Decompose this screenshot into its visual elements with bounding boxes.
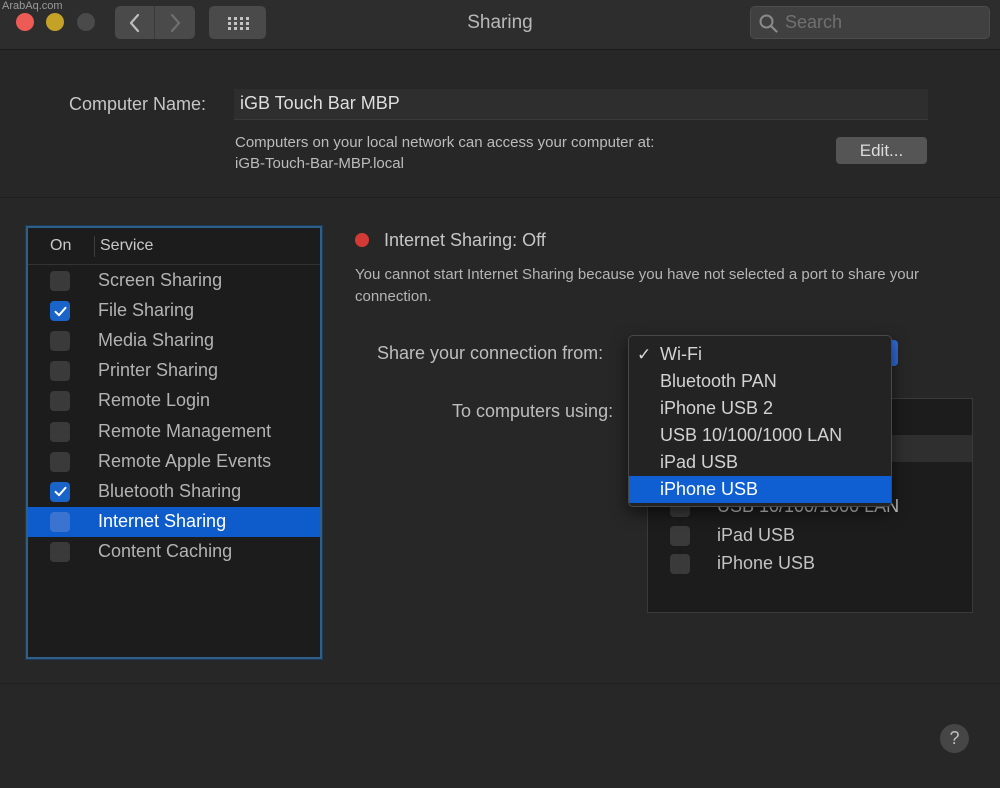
checkmark-icon xyxy=(54,486,66,497)
title-bar: ArabAq.com Sharing xyxy=(0,0,1000,50)
checkmark-icon xyxy=(54,306,66,316)
computer-name-field[interactable]: iGB Touch Bar MBP xyxy=(234,89,928,120)
sharing-status: Internet Sharing: Off xyxy=(384,230,546,250)
menu-item[interactable]: USB 10/100/1000 LAN xyxy=(629,422,891,449)
local-hostname: iGB-Touch-Bar-MBP.local xyxy=(235,155,404,172)
help-button[interactable]: ? xyxy=(940,724,969,753)
service-row[interactable]: Bluetooth Sharing xyxy=(28,477,320,507)
service-row[interactable]: Printer Sharing xyxy=(28,356,320,386)
share-from-label: Share your connection from: xyxy=(377,343,604,363)
menu-item-label: iPhone USB 2 xyxy=(660,398,774,418)
port-label: iPad USB xyxy=(717,524,796,545)
to-computers-label: To computers using: xyxy=(452,401,614,421)
port-checkbox[interactable] xyxy=(670,525,690,546)
port-row[interactable]: iPhone USB xyxy=(648,550,972,578)
computer-name-label: Computer Name: xyxy=(69,94,207,114)
menu-item-label: Bluetooth PAN xyxy=(660,371,777,391)
menu-item[interactable]: iPhone USB 2 xyxy=(629,395,891,422)
column-header-service[interactable]: Service xyxy=(100,237,153,255)
service-checkbox[interactable] xyxy=(50,331,70,352)
menu-item-label: iPhone USB xyxy=(660,479,759,499)
column-divider xyxy=(94,236,95,257)
service-row[interactable]: File Sharing xyxy=(28,296,320,326)
service-row[interactable]: Media Sharing xyxy=(28,326,320,356)
service-label: Media Sharing xyxy=(98,330,215,351)
service-checkbox[interactable] xyxy=(50,451,70,472)
service-checkbox[interactable] xyxy=(50,301,70,322)
menu-item[interactable]: Bluetooth PAN xyxy=(629,368,891,395)
service-label: Bluetooth Sharing xyxy=(98,480,242,501)
service-checkbox[interactable] xyxy=(50,361,70,382)
port-checkbox[interactable] xyxy=(670,554,690,574)
service-checkbox[interactable] xyxy=(50,391,70,412)
menu-item-label: USB 10/100/1000 LAN xyxy=(660,425,843,445)
service-label: Internet Sharing xyxy=(98,510,227,531)
service-row[interactable]: Remote Apple Events xyxy=(28,447,320,477)
computer-name-description: Computers on your local network can acce… xyxy=(235,132,654,174)
service-checkbox[interactable] xyxy=(50,271,70,291)
search-field[interactable] xyxy=(750,6,990,39)
watermark: ArabAq.com xyxy=(2,0,63,12)
service-row[interactable]: Internet Sharing xyxy=(28,506,320,537)
service-checkbox[interactable] xyxy=(50,421,70,442)
column-header-on[interactable]: On xyxy=(50,237,71,255)
edit-button[interactable]: Edit... xyxy=(836,137,927,164)
menu-item[interactable]: iPad USB xyxy=(629,449,891,476)
service-row[interactable]: Remote Management xyxy=(28,417,320,447)
service-label: Printer Sharing xyxy=(98,360,219,381)
service-label: Remote Management xyxy=(98,420,272,441)
status-indicator xyxy=(355,233,369,247)
menu-item[interactable]: ✓ Wi-Fi xyxy=(629,341,891,368)
service-checkbox[interactable] xyxy=(50,511,70,532)
network-access-text: Computers on your local network can acce… xyxy=(235,134,655,151)
search-input[interactable] xyxy=(785,7,985,38)
service-label: File Sharing xyxy=(98,300,195,321)
service-checkbox[interactable] xyxy=(50,481,70,502)
port-row[interactable]: iPad USB xyxy=(648,522,972,550)
service-row[interactable]: Screen Sharing xyxy=(28,266,320,296)
service-list-header: On Service xyxy=(28,228,320,265)
search-icon xyxy=(759,14,778,33)
service-checkbox[interactable] xyxy=(50,541,70,562)
divider xyxy=(0,197,1000,198)
service-label: Remote Login xyxy=(98,390,211,411)
service-label: Screen Sharing xyxy=(98,270,223,290)
service-row[interactable]: Content Caching xyxy=(28,537,320,567)
service-list[interactable]: On Service Screen Sharing File Sharing Med… xyxy=(26,226,322,659)
service-row[interactable]: Remote Login xyxy=(28,386,320,416)
share-from-dropdown-menu[interactable]: ✓ Wi-Fi Bluetooth PAN iPhone USB 2 USB 10/10… xyxy=(628,335,892,507)
service-label: Remote Apple Events xyxy=(98,450,272,471)
bottom-divider xyxy=(0,683,1000,684)
menu-item[interactable]: iPhone USB xyxy=(629,476,891,503)
port-label: iPhone USB xyxy=(717,553,816,573)
sharing-info-text: You cannot start Internet Sharing becaus… xyxy=(355,266,919,305)
menu-item-label: Wi-Fi xyxy=(660,344,702,364)
checkmark-icon: ✓ xyxy=(637,345,652,364)
menu-item-label: iPad USB xyxy=(660,452,739,472)
service-label: Content Caching xyxy=(98,540,233,561)
